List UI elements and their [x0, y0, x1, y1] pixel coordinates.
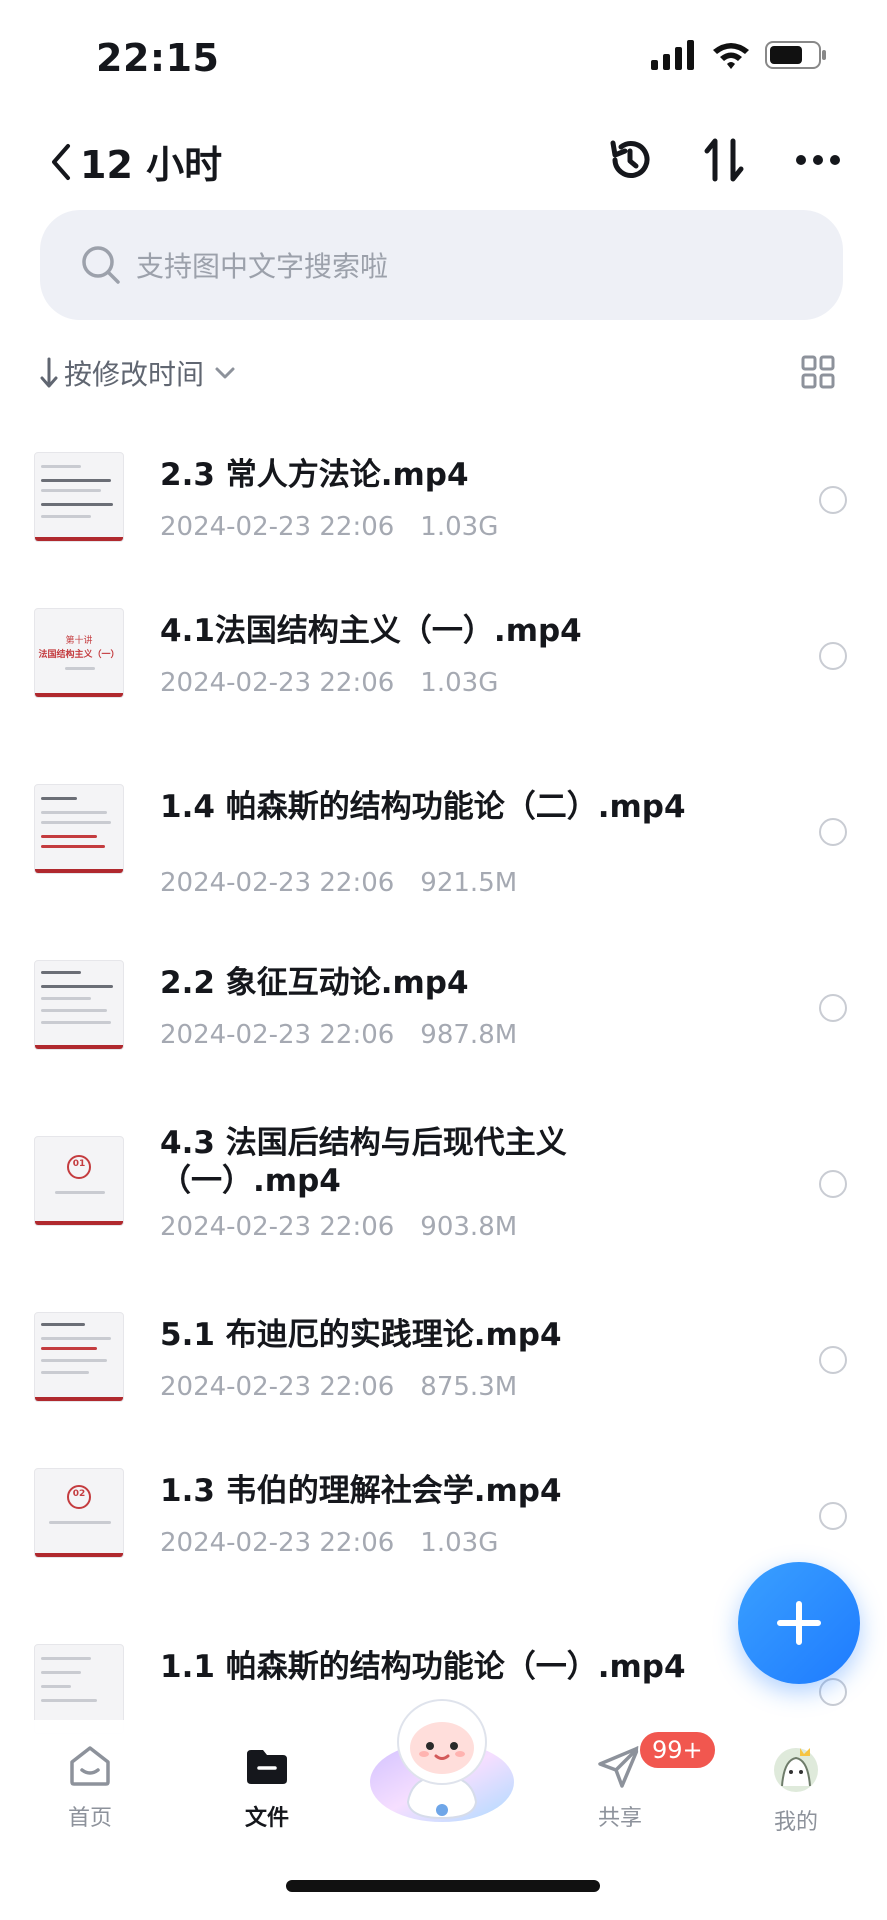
select-radio[interactable]	[819, 818, 847, 846]
select-radio[interactable]	[819, 1678, 847, 1706]
status-icons	[651, 40, 827, 70]
search-placeholder: 支持图中文字搜索啦	[136, 250, 389, 283]
file-size: 987.8M	[420, 1020, 518, 1050]
file-thumbnail	[34, 1312, 124, 1402]
file-name: 2.3 常人方法论.mp4	[160, 457, 469, 493]
sort-toggle-button[interactable]	[696, 132, 752, 188]
file-name: 5.1 布迪厄的实践理论.mp4	[160, 1317, 562, 1353]
thumbnail-number: 02	[72, 1489, 86, 1499]
file-name: 2.2 象征互动论.mp4	[160, 965, 469, 1001]
home-icon	[70, 1746, 110, 1786]
file-name: 4.1法国结构主义（一）.mp4	[160, 613, 582, 649]
folder-icon	[247, 1750, 287, 1784]
file-name: 4.3 法国后结构与后现代主义 （一）.mp4	[160, 1124, 780, 1200]
file-meta: 2024-02-23 22:06 921.5M	[160, 868, 517, 898]
thumbnail-subtitle: 法国结构主义（一）	[38, 650, 120, 660]
plus-icon	[777, 1601, 821, 1645]
tab-label: 共享	[597, 1806, 642, 1831]
more-button[interactable]	[790, 132, 846, 188]
select-radio[interactable]	[819, 1346, 847, 1374]
file-thumbnail: 第十讲 法国结构主义（一）	[34, 608, 124, 698]
file-size: 1.03G	[420, 1528, 499, 1558]
file-date: 2024-02-23 22:06	[160, 868, 395, 898]
file-date: 2024-02-23 22:06	[160, 1020, 395, 1050]
file-date: 2024-02-23 22:06	[160, 512, 395, 542]
search-icon	[82, 246, 120, 284]
file-size: 921.5M	[420, 868, 518, 898]
file-size: 875.3M	[420, 1372, 518, 1402]
sort-by-modified-button[interactable]: 按修改时间	[40, 353, 236, 393]
file-date: 2024-02-23 22:06	[160, 668, 395, 698]
history-icon	[610, 140, 650, 178]
file-name-line1: 4.3 法国后结构与后现代主义	[160, 1125, 567, 1161]
arrow-down-icon	[40, 357, 58, 388]
select-radio[interactable]	[819, 1502, 847, 1530]
select-radio[interactable]	[819, 994, 847, 1022]
select-radio[interactable]	[819, 1170, 847, 1198]
file-meta: 2024-02-23 22:06 1.03G	[160, 1528, 498, 1558]
file-thumbnail	[34, 960, 124, 1050]
file-date: 2024-02-23 22:06	[160, 1528, 395, 1558]
select-radio[interactable]	[819, 642, 847, 670]
sort-arrows-icon	[704, 138, 744, 182]
file-date: 2024-02-23 22:06	[160, 1372, 395, 1402]
share-count-badge: 99+	[638, 1730, 717, 1770]
sort-row: 按修改时间	[0, 345, 887, 405]
tab-label: 文件	[244, 1806, 289, 1831]
grid-view-button[interactable]	[801, 355, 835, 393]
file-thumbnail	[34, 784, 124, 874]
file-meta: 2024-02-23 22:06 1.03G	[160, 512, 498, 542]
history-button[interactable]	[602, 132, 658, 188]
cellular-signal-icon	[651, 40, 694, 70]
thumbnail-title: 第十讲	[65, 636, 93, 646]
page-title: 12 小时	[80, 143, 223, 187]
file-thumbnail	[34, 452, 124, 542]
add-file-button[interactable]	[738, 1562, 860, 1684]
file-meta: 2024-02-23 22:06 987.8M	[160, 1020, 517, 1050]
more-dots-icon	[796, 155, 840, 165]
tab-label: 我的	[773, 1810, 818, 1835]
status-bar: 22:15	[0, 0, 887, 110]
wifi-icon	[713, 43, 749, 69]
chevron-left-icon	[52, 143, 70, 180]
file-name: 1.3 韦伯的理解社会学.mp4	[160, 1473, 562, 1509]
paper-plane-icon	[598, 1746, 640, 1788]
tab-profile[interactable]: 我的	[741, 1742, 851, 1836]
tab-files[interactable]: 文件	[212, 1742, 322, 1832]
file-name-line2: （一）.mp4	[160, 1163, 341, 1199]
file-meta: 2024-02-23 22:06 903.8M	[160, 1212, 517, 1242]
file-name: 1.4 帕森斯的结构功能论（二）.mp4	[160, 789, 686, 825]
thumbnail-number: 01	[72, 1159, 86, 1169]
file-thumbnail: 01	[34, 1136, 124, 1226]
file-thumbnail: 02	[34, 1468, 124, 1558]
file-size: 1.03G	[420, 512, 499, 542]
file-meta: 2024-02-23 22:06 1.03G	[160, 668, 498, 698]
home-indicator	[286, 1880, 600, 1892]
file-size: 903.8M	[420, 1212, 518, 1242]
file-date: 2024-02-23 22:06	[160, 1212, 395, 1242]
search-input[interactable]: 支持图中文字搜索啦	[40, 210, 843, 320]
battery-icon	[765, 41, 826, 69]
grid-view-icon	[801, 355, 835, 389]
sort-label: 按修改时间	[64, 358, 205, 391]
mascot-icon	[370, 1699, 514, 1822]
file-size: 1.03G	[420, 668, 499, 698]
header: 12 小时	[0, 110, 887, 210]
select-radio[interactable]	[819, 486, 847, 514]
tab-label: 首页	[67, 1806, 112, 1831]
file-meta: 2024-02-23 22:06 875.3M	[160, 1372, 517, 1402]
file-name: 1.1 帕森斯的结构功能论（一）.mp4	[160, 1649, 686, 1685]
back-button[interactable]: 12 小时	[46, 134, 222, 189]
assistant-mascot-button[interactable]	[362, 1690, 522, 1830]
chevron-down-icon	[215, 367, 235, 379]
avatar	[774, 1748, 818, 1792]
status-time: 22:15	[96, 36, 220, 80]
tab-home[interactable]: 首页	[35, 1742, 145, 1832]
